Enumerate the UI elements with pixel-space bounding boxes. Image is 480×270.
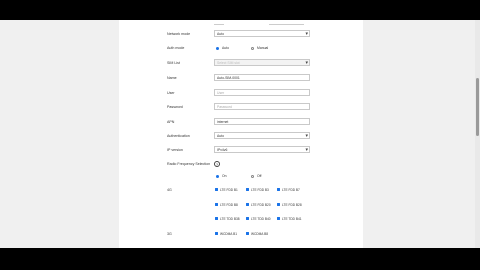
help-icon[interactable]: ? xyxy=(214,161,220,167)
sim-list-label: SIM List xyxy=(167,61,180,65)
band-label: LTE FDD B1 xyxy=(220,188,238,192)
pdp-type-label: IP version xyxy=(167,148,183,152)
auth-auto-label: Auto xyxy=(222,46,229,50)
auth-auto-radio[interactable] xyxy=(216,46,220,50)
network-mode-select[interactable]: Auto xyxy=(214,30,310,37)
password-input[interactable]: Password xyxy=(214,103,310,110)
wcdma-bands-label: 3G xyxy=(167,232,172,236)
band-checkbox[interactable] xyxy=(246,232,250,236)
band-label: LTE FDD B8 xyxy=(220,203,238,207)
band-checkbox[interactable] xyxy=(277,217,281,221)
band-label: LTE TDD B41 xyxy=(282,217,302,221)
band-label: LTE TDD B38 xyxy=(220,217,240,221)
band-checkbox[interactable] xyxy=(277,188,281,192)
scrollbar-thumb[interactable] xyxy=(476,78,479,136)
partial-field xyxy=(214,20,224,25)
app-frame: Network mode Auto Auth mode Auto Manual … xyxy=(0,20,480,248)
user-label: User xyxy=(167,91,175,95)
pdp-type-select[interactable]: IPv4v6 xyxy=(214,146,310,153)
scrollbar[interactable] xyxy=(475,20,480,248)
lte-bands-label: 4G xyxy=(167,188,172,192)
band-selection-label: Radio Frequency Selection xyxy=(167,162,211,166)
password-label: Password xyxy=(167,105,183,109)
band-label: LTE FDD B28 xyxy=(282,203,302,207)
band-checkbox[interactable] xyxy=(215,232,219,236)
authentication-select[interactable]: Auto xyxy=(214,132,310,139)
band-checkbox[interactable] xyxy=(215,188,219,192)
sim-list-select[interactable]: Select SIM slot xyxy=(214,59,310,66)
band-label: WCDMA B8 xyxy=(251,232,269,236)
auth-manual-radio[interactable] xyxy=(251,46,255,50)
partial-field xyxy=(269,20,304,25)
band-checkbox[interactable] xyxy=(246,203,250,207)
user-input[interactable]: User xyxy=(214,89,310,96)
apn-input[interactable]: internet xyxy=(214,118,310,125)
band-checkbox[interactable] xyxy=(277,203,281,207)
network-mode-label: Network mode xyxy=(167,32,191,36)
band-checkbox[interactable] xyxy=(246,217,250,221)
band-checkbox[interactable] xyxy=(246,188,250,192)
band-label: LTE TDD B40 xyxy=(251,217,271,221)
name-input[interactable]: Auto-SIM-0001 xyxy=(214,74,310,81)
band-checkbox[interactable] xyxy=(215,203,219,207)
auth-manual-label: Manual xyxy=(257,46,269,50)
band-on-label: On xyxy=(222,174,227,178)
band-on-radio[interactable] xyxy=(216,174,220,178)
band-label: LTE FDD B7 xyxy=(282,188,300,192)
band-label: WCDMA B1 xyxy=(220,232,238,236)
band-off-radio[interactable] xyxy=(251,174,255,178)
apn-label: APN xyxy=(167,120,175,124)
auth-mode-label: Auth mode xyxy=(167,46,185,50)
name-label: Name xyxy=(167,76,177,80)
band-label: LTE FDD B3 xyxy=(251,188,269,192)
authentication-label: Authentication xyxy=(167,134,190,138)
band-checkbox[interactable] xyxy=(215,217,219,221)
band-label: LTE FDD B20 xyxy=(251,203,271,207)
band-off-label: Off xyxy=(257,174,262,178)
